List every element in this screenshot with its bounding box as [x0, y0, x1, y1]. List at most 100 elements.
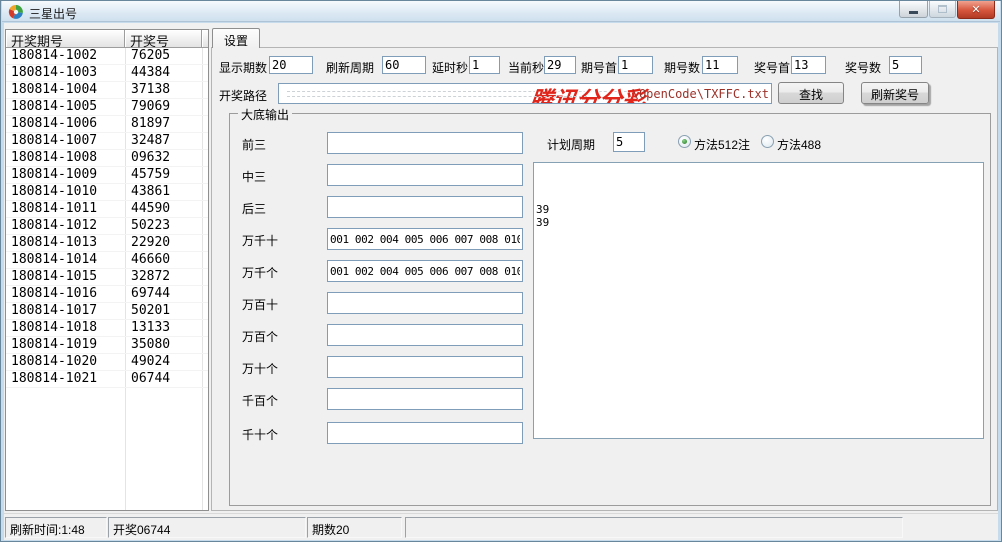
prize-count-input[interactable]	[889, 56, 922, 74]
wan-qian-shi-input[interactable]	[327, 228, 523, 250]
close-button[interactable]: ✕	[957, 1, 995, 19]
number-cell: 81897	[125, 116, 202, 132]
app-icon	[8, 4, 24, 20]
period-cell: 180814-1007	[6, 133, 125, 149]
table-row[interactable]: 180814-100681897	[6, 116, 208, 133]
wan-shi-ge-input[interactable]	[327, 356, 523, 378]
period-start-input[interactable]	[618, 56, 653, 74]
table-row[interactable]: 180814-101144590	[6, 201, 208, 218]
period-start-label: 期号首	[581, 59, 617, 76]
status-draw-number: 开奖06744	[108, 517, 306, 538]
table-row[interactable]: 180814-101750201	[6, 303, 208, 320]
number-cell: 13133	[125, 320, 202, 336]
period-cell: 180814-1018	[6, 320, 125, 336]
number-cell: 43861	[125, 184, 202, 200]
minimize-button[interactable]	[899, 1, 928, 18]
period-cell: 180814-1011	[6, 201, 125, 217]
current-second-input[interactable]	[544, 56, 576, 74]
period-count-label: 期号数	[664, 59, 700, 76]
column-header-number[interactable]: 开奖号	[125, 30, 202, 47]
prize-start-label: 奖号首	[754, 59, 790, 76]
status-bar: 刷新时间:1:48 开奖06744 期数20	[4, 513, 998, 540]
column-header-period[interactable]: 开奖期号	[6, 30, 125, 47]
plan-cycle-input[interactable]	[613, 132, 645, 152]
number-cell: 44590	[125, 201, 202, 217]
table-row[interactable]: 180814-100732487	[6, 133, 208, 150]
radio-method-488-label[interactable]: 方法488	[777, 136, 821, 153]
table-row[interactable]: 180814-101446660	[6, 252, 208, 269]
number-cell: 37138	[125, 82, 202, 98]
big-bottom-output-group: 大底输出 前三 中三 后三 万千十 万千个 万百十 万百个 万十个 千百个 千十…	[229, 113, 991, 506]
delay-seconds-input[interactable]	[469, 56, 500, 74]
table-row[interactable]: 180814-101532872	[6, 269, 208, 286]
period-cell: 180814-1004	[6, 82, 125, 98]
table-row[interactable]: 180814-100809632	[6, 150, 208, 167]
find-button[interactable]: 查找	[778, 82, 844, 104]
table-row[interactable]: 180814-101043861	[6, 184, 208, 201]
group-title: 大底输出	[238, 106, 292, 123]
number-cell: 44384	[125, 65, 202, 81]
column-header-spacer	[202, 30, 208, 47]
title-bar[interactable]: 三星出号 ✕	[2, 1, 1000, 22]
period-cell: 180814-1019	[6, 337, 125, 353]
period-count-input[interactable]	[702, 56, 738, 74]
draw-path-input[interactable]: 腾讯分分彩 \OpenCode\TXFFC.txt	[278, 83, 772, 104]
delay-seconds-label: 延时秒	[432, 59, 468, 76]
refresh-cycle-input[interactable]	[382, 56, 426, 74]
period-cell: 180814-1021	[6, 371, 125, 387]
table-row[interactable]: 180814-100437138	[6, 82, 208, 99]
radio-method-512-label[interactable]: 方法512注	[694, 136, 750, 153]
period-cell: 180814-1010	[6, 184, 125, 200]
period-cell: 180814-1008	[6, 150, 125, 166]
period-cell: 180814-1003	[6, 65, 125, 81]
qian-bai-ge-input[interactable]	[327, 388, 523, 410]
middle-three-input[interactable]	[327, 164, 523, 186]
draw-path-label: 开奖路径	[219, 87, 267, 104]
app-window: 三星出号 ✕ 开奖期号 开奖号 180814-100276205 180814-…	[0, 0, 1002, 542]
table-row[interactable]: 180814-101935080	[6, 337, 208, 354]
wan-bai-shi-input[interactable]	[327, 292, 523, 314]
display-periods-input[interactable]	[269, 56, 313, 74]
table-row[interactable]: 180814-100945759	[6, 167, 208, 184]
maximize-icon	[938, 5, 947, 13]
radio-method-488[interactable]	[761, 135, 774, 148]
watermark-text: 腾讯分分彩	[528, 83, 647, 104]
number-cell: 69744	[125, 286, 202, 302]
maximize-button[interactable]	[929, 1, 956, 18]
period-cell: 180814-1006	[6, 116, 125, 132]
back-three-input[interactable]	[327, 196, 523, 218]
number-cell: 50223	[125, 218, 202, 234]
number-cell: 79069	[125, 99, 202, 115]
wan-qian-shi-label: 万千十	[242, 232, 278, 249]
table-row[interactable]: 180814-101322920	[6, 235, 208, 252]
wan-bai-shi-label: 万百十	[242, 296, 278, 313]
status-refresh-time: 刷新时间:1:48	[5, 517, 107, 538]
minimize-icon	[909, 11, 918, 14]
refresh-prize-button[interactable]: 刷新奖号	[861, 82, 929, 104]
draw-history-table[interactable]: 开奖期号 开奖号 180814-100276205 180814-1003443…	[5, 29, 209, 511]
wan-qian-ge-input[interactable]	[327, 260, 523, 282]
prize-start-input[interactable]	[791, 56, 826, 74]
table-row[interactable]: 180814-101669744	[6, 286, 208, 303]
qian-shi-ge-input[interactable]	[327, 422, 523, 444]
table-row[interactable]: 180814-102106744	[6, 371, 208, 388]
table-row[interactable]: 180814-101250223	[6, 218, 208, 235]
number-cell: 32487	[125, 133, 202, 149]
period-cell: 180814-1016	[6, 286, 125, 302]
front-three-input[interactable]	[327, 132, 523, 154]
table-row[interactable]: 180814-102049024	[6, 354, 208, 371]
wan-bai-ge-input[interactable]	[327, 324, 523, 346]
tab-settings[interactable]: 设置	[212, 28, 260, 48]
table-row[interactable]: 180814-100579069	[6, 99, 208, 116]
period-cell: 180814-1009	[6, 167, 125, 183]
period-cell: 180814-1013	[6, 235, 125, 251]
table-row[interactable]: 180814-100344384	[6, 65, 208, 82]
number-cell: 06744	[125, 371, 202, 387]
table-row[interactable]: 180814-100276205	[6, 48, 208, 65]
output-textarea[interactable]: 39 39	[533, 162, 984, 439]
qian-bai-ge-label: 千百个	[242, 392, 278, 409]
table-row[interactable]: 180814-101813133	[6, 320, 208, 337]
period-cell: 180814-1002	[6, 48, 125, 64]
wan-shi-ge-label: 万十个	[242, 360, 278, 377]
radio-method-512[interactable]	[678, 135, 691, 148]
